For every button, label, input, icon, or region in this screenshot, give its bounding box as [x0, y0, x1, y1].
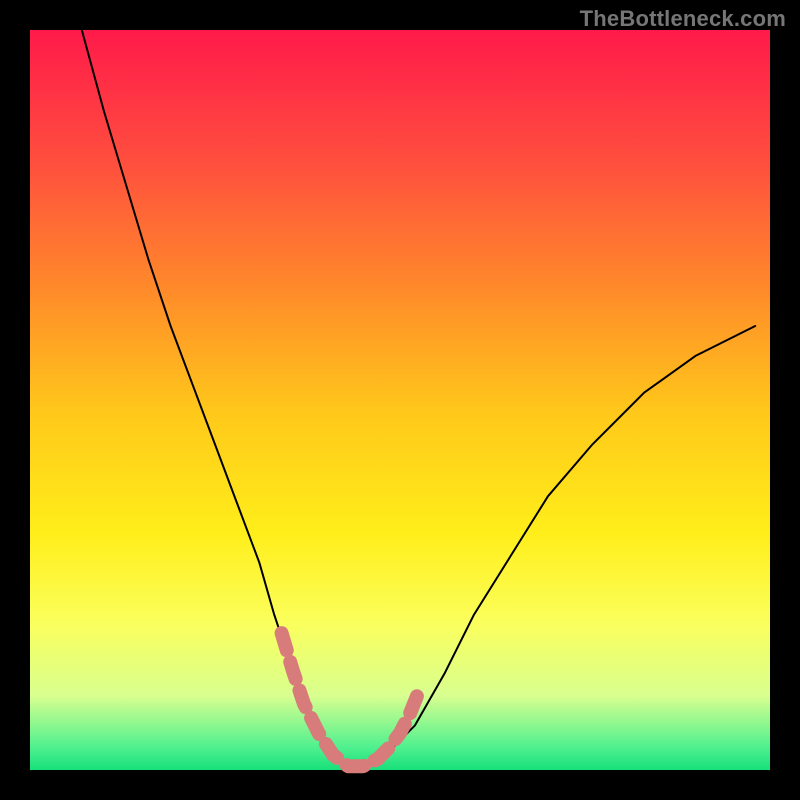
chart-plot-area: [30, 30, 770, 770]
chart-svg: [30, 30, 770, 770]
optimal-range-marker: [282, 633, 419, 766]
bottleneck-curve: [82, 30, 755, 770]
watermark-text: TheBottleneck.com: [580, 6, 786, 32]
optimal-range-stroke: [282, 633, 419, 766]
